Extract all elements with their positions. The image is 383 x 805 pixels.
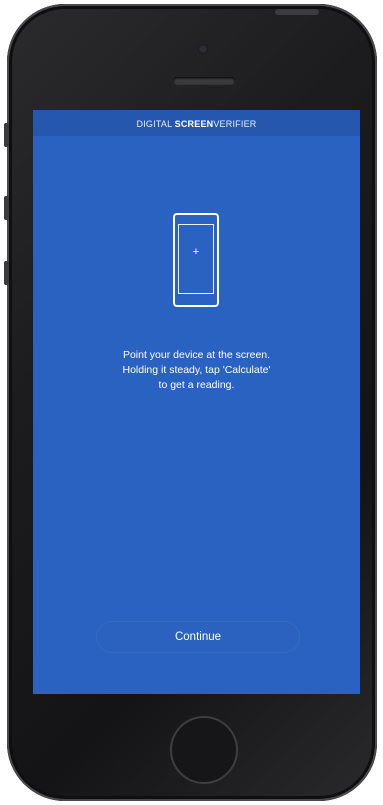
phone-icon: + [173,213,219,307]
power-button [275,9,319,15]
instruction-line: Holding it steady, tap 'Calculate' [122,364,271,376]
phone-icon-screen [178,224,214,294]
volume-up-button [4,196,9,220]
stage: DIGITAL SCREENVERIFIER + Point your devi… [0,0,383,805]
earpiece-speaker [173,77,235,85]
front-camera [198,44,208,54]
app-title-prefix: DIGITAL [136,119,175,129]
instruction-line: Point your device at the screen. [122,349,271,361]
mute-switch [4,123,9,147]
app-title-bar: DIGITAL SCREENVERIFIER [33,110,360,136]
app-title-bold: SCREEN [174,119,214,129]
instructions-text: Point your device at the screen. Holding… [53,348,340,393]
app-title-suffix: VERIFIER [213,119,257,129]
volume-down-button [4,261,9,285]
crosshair-icon: + [192,246,200,258]
instruction-line: to get a reading. [158,379,235,391]
continue-button[interactable]: Continue [97,622,299,652]
app-screen: DIGITAL SCREENVERIFIER + Point your devi… [33,110,360,694]
home-button[interactable] [170,716,238,784]
